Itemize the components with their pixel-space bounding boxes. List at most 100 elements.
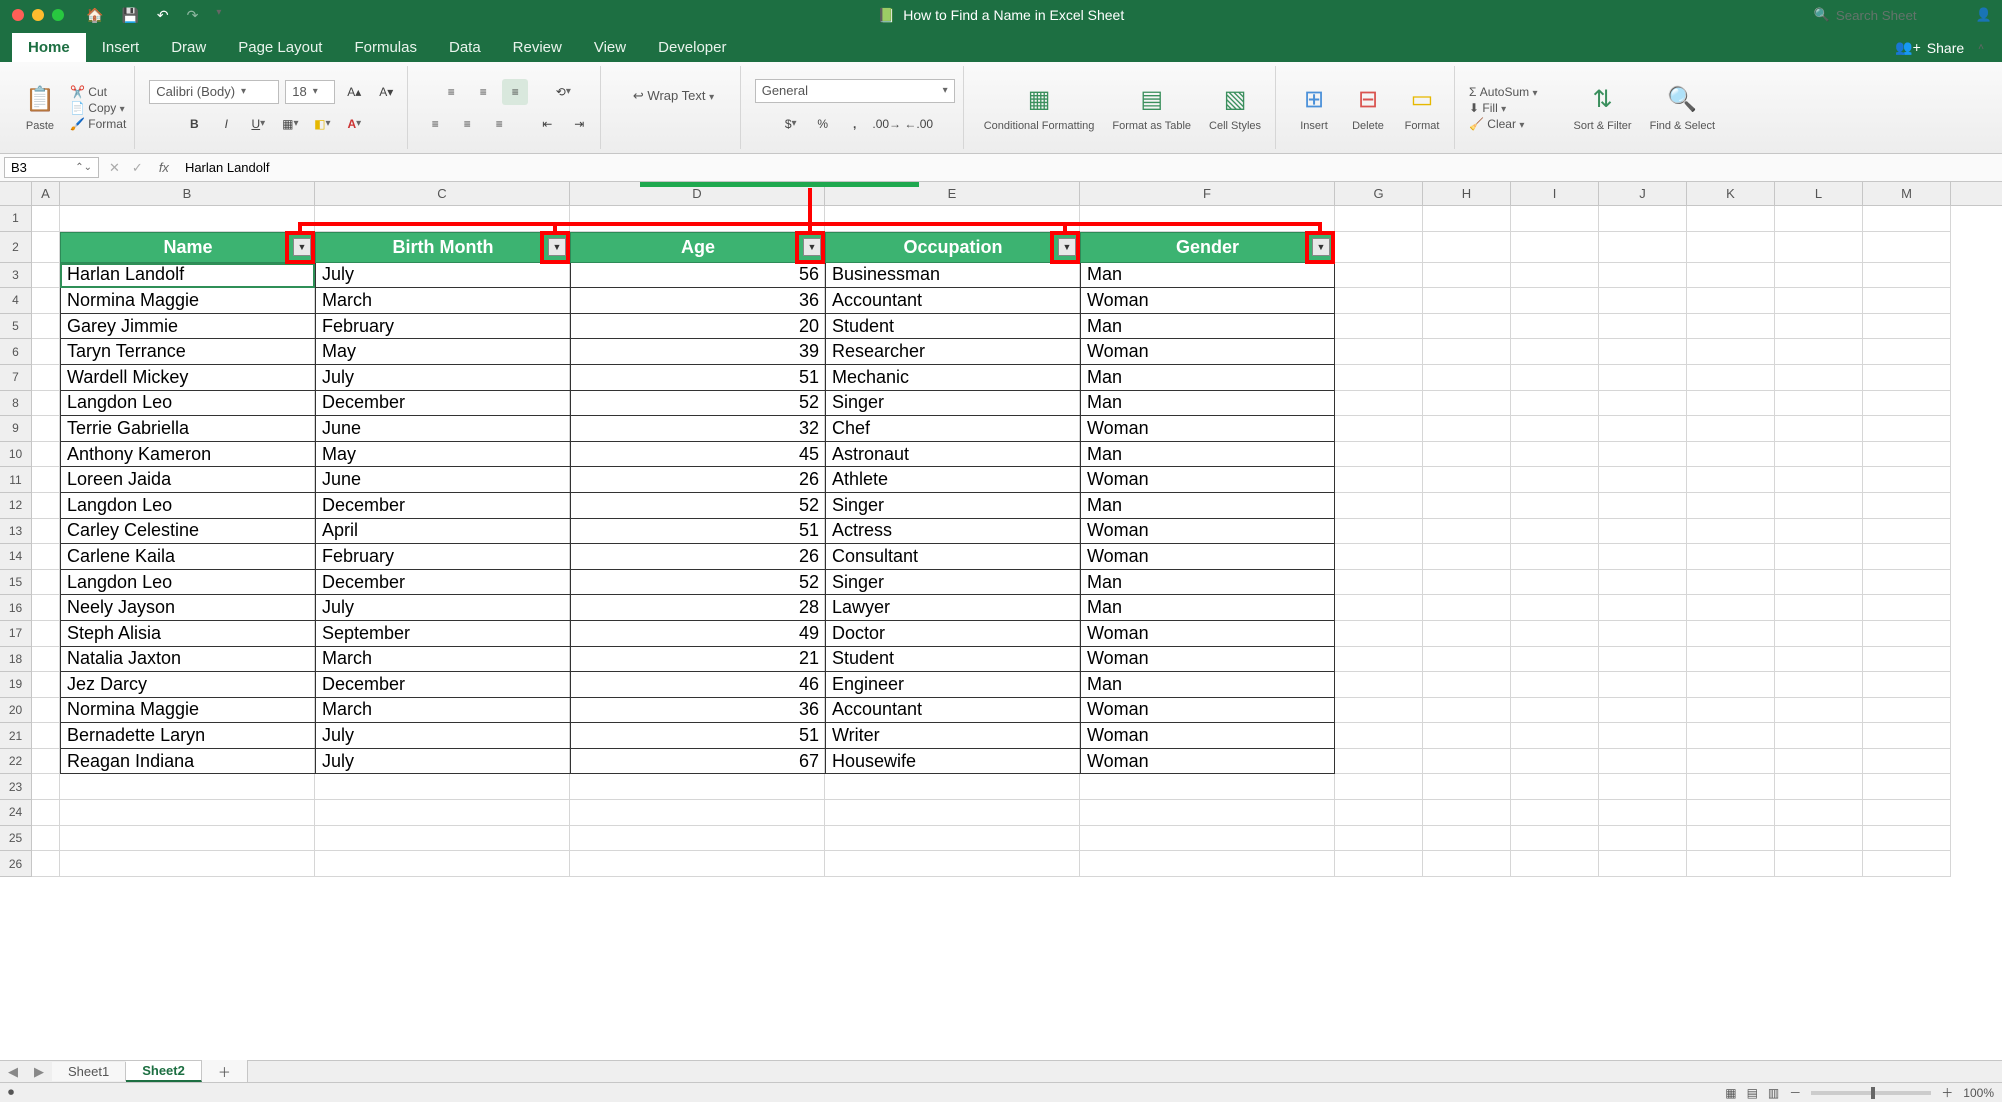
tab-page-layout[interactable]: Page Layout [222, 33, 338, 62]
cell[interactable] [1423, 206, 1511, 232]
cell[interactable] [1599, 442, 1687, 468]
table-cell[interactable]: 52 [570, 493, 825, 519]
cell[interactable] [1599, 749, 1687, 775]
redo-icon[interactable]: ↷ [187, 7, 199, 24]
cell[interactable] [1335, 314, 1423, 340]
cell[interactable] [1599, 570, 1687, 596]
zoom-level[interactable]: 100% [1963, 1086, 1994, 1100]
table-cell[interactable]: Man [1080, 442, 1335, 468]
cell[interactable] [1599, 544, 1687, 570]
cell[interactable] [1423, 570, 1511, 596]
cell[interactable] [1335, 442, 1423, 468]
table-cell[interactable]: Man [1080, 672, 1335, 698]
cell[interactable] [1687, 723, 1775, 749]
cell[interactable] [570, 774, 825, 800]
cell[interactable] [1863, 698, 1951, 724]
cell[interactable] [1511, 570, 1599, 596]
cell[interactable] [1080, 851, 1335, 877]
table-cell[interactable]: July [315, 365, 570, 391]
cell[interactable] [1687, 493, 1775, 519]
cell[interactable] [1863, 314, 1951, 340]
cell[interactable] [1863, 232, 1951, 263]
cell[interactable] [32, 391, 60, 417]
formula-input[interactable]: Harlan Landolf [179, 160, 270, 175]
tab-review[interactable]: Review [497, 33, 578, 62]
cell[interactable] [1423, 314, 1511, 340]
cell[interactable] [1775, 647, 1863, 673]
row-header[interactable]: 22 [0, 749, 32, 775]
table-cell[interactable]: Consultant [825, 544, 1080, 570]
cell[interactable] [1687, 519, 1775, 545]
table-cell[interactable]: December [315, 391, 570, 417]
table-cell[interactable]: Jez Darcy [60, 672, 315, 698]
cell[interactable] [1335, 339, 1423, 365]
cell[interactable] [1511, 416, 1599, 442]
tab-insert[interactable]: Insert [86, 33, 156, 62]
table-cell[interactable]: February [315, 544, 570, 570]
sheet-nav-next[interactable]: ▶ [26, 1064, 52, 1080]
tab-view[interactable]: View [578, 33, 642, 62]
table-cell[interactable]: Harlan Landolf [60, 263, 315, 289]
cell[interactable] [315, 800, 570, 826]
cell[interactable] [32, 314, 60, 340]
table-cell[interactable]: Woman [1080, 723, 1335, 749]
table-cell[interactable]: Woman [1080, 416, 1335, 442]
find-select-button[interactable]: 🔍Find & Select [1644, 78, 1721, 136]
cell[interactable] [1775, 595, 1863, 621]
cell[interactable] [1863, 416, 1951, 442]
cell[interactable] [1775, 826, 1863, 852]
cell[interactable] [32, 800, 60, 826]
cell[interactable] [1863, 493, 1951, 519]
row-header[interactable]: 15 [0, 570, 32, 596]
cell[interactable] [1599, 672, 1687, 698]
cell[interactable] [1599, 206, 1687, 232]
cell[interactable] [1863, 288, 1951, 314]
cell[interactable] [825, 206, 1080, 232]
row-header[interactable]: 26 [0, 851, 32, 877]
row-header[interactable]: 11 [0, 467, 32, 493]
column-header[interactable]: H [1423, 182, 1511, 205]
cell[interactable] [1335, 544, 1423, 570]
table-cell[interactable]: Carley Celestine [60, 519, 315, 545]
cell[interactable] [32, 595, 60, 621]
cell[interactable] [1863, 339, 1951, 365]
cell[interactable] [1511, 467, 1599, 493]
cell[interactable] [1423, 416, 1511, 442]
table-cell[interactable]: Singer [825, 570, 1080, 596]
cell[interactable] [60, 206, 315, 232]
cell[interactable] [1080, 826, 1335, 852]
paste-button[interactable]: 📋 Paste [16, 78, 64, 136]
table-cell[interactable]: March [315, 698, 570, 724]
cell[interactable] [1775, 749, 1863, 775]
table-header[interactable]: Birth Month▼ [315, 232, 570, 263]
tab-formulas[interactable]: Formulas [338, 33, 433, 62]
cell[interactable] [1335, 826, 1423, 852]
cell[interactable] [1080, 800, 1335, 826]
cell[interactable] [1511, 314, 1599, 340]
clear-button[interactable]: 🧹 Clear ▾ [1469, 117, 1538, 131]
row-header[interactable]: 14 [0, 544, 32, 570]
cell[interactable] [1335, 672, 1423, 698]
cell[interactable] [1080, 774, 1335, 800]
cell[interactable] [1335, 647, 1423, 673]
increase-font-button[interactable]: A▴ [341, 79, 367, 105]
cell[interactable] [32, 672, 60, 698]
cell[interactable] [1775, 314, 1863, 340]
cell[interactable] [570, 800, 825, 826]
cell[interactable] [1599, 826, 1687, 852]
row-header[interactable]: 4 [0, 288, 32, 314]
cell[interactable] [1775, 391, 1863, 417]
align-right-button[interactable]: ≡ [486, 111, 512, 137]
cell[interactable] [1423, 544, 1511, 570]
cell[interactable] [1863, 749, 1951, 775]
cell[interactable] [32, 621, 60, 647]
cell[interactable] [1863, 263, 1951, 289]
table-cell[interactable]: Neely Jayson [60, 595, 315, 621]
cell[interactable] [825, 800, 1080, 826]
cell[interactable] [1775, 800, 1863, 826]
cancel-formula-icon[interactable]: ✕ [103, 160, 126, 176]
cell[interactable] [1423, 774, 1511, 800]
cell[interactable] [1687, 206, 1775, 232]
cell[interactable] [1599, 723, 1687, 749]
table-cell[interactable]: Man [1080, 595, 1335, 621]
